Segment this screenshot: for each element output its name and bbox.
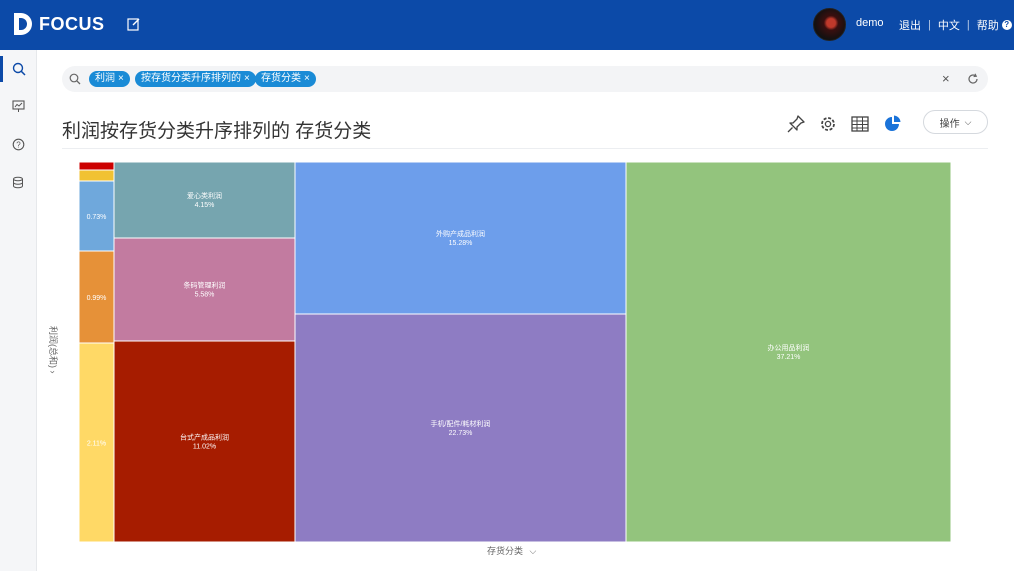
app-name: FOCUS [39, 13, 105, 34]
sidebar-item-data[interactable] [0, 165, 37, 199]
treemap-value-label: 5.58% [195, 292, 215, 299]
search-chip[interactable]: 存货分类 × [255, 71, 316, 87]
close-icon[interactable]: × [244, 73, 250, 84]
treemap-value-label: 2.11% [87, 441, 106, 448]
pin-icon[interactable] [786, 114, 806, 134]
treemap-cell[interactable]: 爱心类利润 4.15% [113, 162, 296, 239]
y-axis-label[interactable]: 利润(总和) › [47, 326, 60, 374]
divider [62, 148, 988, 149]
treemap-value-label: 4.15% [195, 202, 215, 209]
gear-icon[interactable] [818, 114, 838, 134]
language-link[interactable]: 中文 [938, 17, 960, 33]
x-axis-text: 存货分类 [487, 546, 524, 556]
treemap-rect[interactable] [294, 313, 627, 542]
chip-label: 利润 [95, 73, 115, 84]
treemap-cell[interactable]: 条码管理利润 5.58% [113, 237, 296, 342]
nav-separator: | [966, 19, 970, 31]
chevron-down-icon: ⌵ [964, 116, 972, 127]
x-axis-label[interactable]: 存货分类 ⌵ [487, 544, 536, 557]
sidebar: ? [0, 50, 37, 571]
sidebar-item-dashboard[interactable] [0, 89, 37, 123]
close-icon[interactable]: × [304, 73, 310, 84]
treemap-cell[interactable]: 2.11% [79, 342, 115, 542]
table-icon[interactable] [850, 114, 870, 134]
treemap-rect[interactable] [79, 169, 115, 182]
app-logo[interactable]: FOCUS [12, 11, 105, 37]
svg-text:?: ? [16, 140, 21, 149]
treemap-cell[interactable]: 0.73% [79, 180, 115, 252]
treemap-label: 外购产成品利润 [436, 229, 485, 238]
treemap-cell[interactable] [79, 169, 115, 182]
treemap-label: 办公用品利润 [768, 343, 810, 352]
treemap-value-label: 15.28% [449, 240, 473, 247]
treemap-chart: 办公用品利润 37.21% 手机/配件/耗材利润 22.73% 外购产成品利润 15.28… [79, 162, 951, 542]
top-bar: FOCUS demo 退出 | 中文 | 帮助 ? [0, 0, 1014, 50]
treemap-value-label: 0.73% [87, 214, 107, 221]
search-chip[interactable]: 利润 × [89, 71, 130, 87]
chevron-down-icon: ⌵ [529, 546, 537, 556]
treemap-value-label: 22.73% [449, 430, 473, 437]
treemap-cell[interactable]: 0.99% [79, 250, 115, 344]
help-icon[interactable]: ? [1001, 20, 1012, 30]
operation-button[interactable]: 操作 ⌵ [923, 110, 988, 134]
treemap-rect[interactable] [113, 340, 296, 542]
chip-label: 按存货分类升序排列的 [141, 73, 241, 84]
treemap-cell[interactable]: 台式产成品利润 11.02% [113, 340, 296, 542]
search-icon [12, 62, 26, 76]
pie-chart-icon[interactable] [883, 114, 903, 134]
treemap-cell[interactable]: 办公用品利润 37.21% [625, 162, 951, 542]
treemap-rect[interactable] [113, 162, 296, 239]
focus-logo-icon [14, 13, 32, 35]
chip-label: 存货分类 [261, 73, 301, 84]
edit-icon[interactable] [127, 17, 141, 31]
close-icon[interactable]: × [118, 73, 124, 84]
treemap-rect[interactable] [113, 237, 296, 342]
nav-separator: | [928, 19, 931, 31]
treemap-cell[interactable] [79, 162, 115, 171]
treemap-cell[interactable]: 手机/配件/耗材利润 22.73% [294, 313, 627, 542]
treemap-label: 台式产成品利润 [180, 433, 229, 442]
avatar[interactable] [813, 8, 846, 41]
treemap-value-label: 0.99% [87, 295, 107, 302]
treemap-label: 手机/配件/耗材利润 [431, 419, 491, 428]
sidebar-item-help[interactable]: ? [0, 127, 37, 161]
treemap-value-label: 37.21% [777, 354, 801, 361]
sidebar-item-search[interactable] [0, 52, 37, 86]
clear-icon[interactable]: × [942, 71, 950, 87]
treemap-rect[interactable] [79, 162, 115, 171]
treemap-value-label: 11.02% [193, 444, 216, 451]
refresh-icon[interactable] [967, 73, 979, 85]
search-icon [69, 73, 81, 85]
treemap-label: 条码管理利润 [184, 281, 226, 290]
treemap-rect[interactable] [294, 162, 627, 315]
treemap-label: 爱心类利润 [187, 191, 222, 200]
database-icon [13, 176, 23, 188]
search-chip[interactable]: 按存货分类升序排列的 × [135, 71, 256, 87]
operation-button-label: 操作 [939, 118, 960, 130]
question-icon: ? [12, 138, 25, 150]
treemap-rect[interactable] [625, 162, 951, 542]
search-bar[interactable]: 利润 × 按存货分类升序排列的 × 存货分类 × × [62, 66, 988, 92]
logout-link[interactable]: 退出 [899, 17, 921, 33]
y-axis-text: 利润(总和) [48, 326, 58, 368]
page-title: 利润按存货分类升序排列的 存货分类 [62, 121, 372, 142]
username[interactable]: demo [856, 17, 884, 29]
treemap-cell[interactable]: 外购产成品利润 15.28% [294, 162, 627, 315]
top-nav: 退出 | 中文 | 帮助 ? [899, 17, 1012, 33]
help-link[interactable]: 帮助 [977, 17, 999, 33]
board-icon [12, 99, 25, 112]
